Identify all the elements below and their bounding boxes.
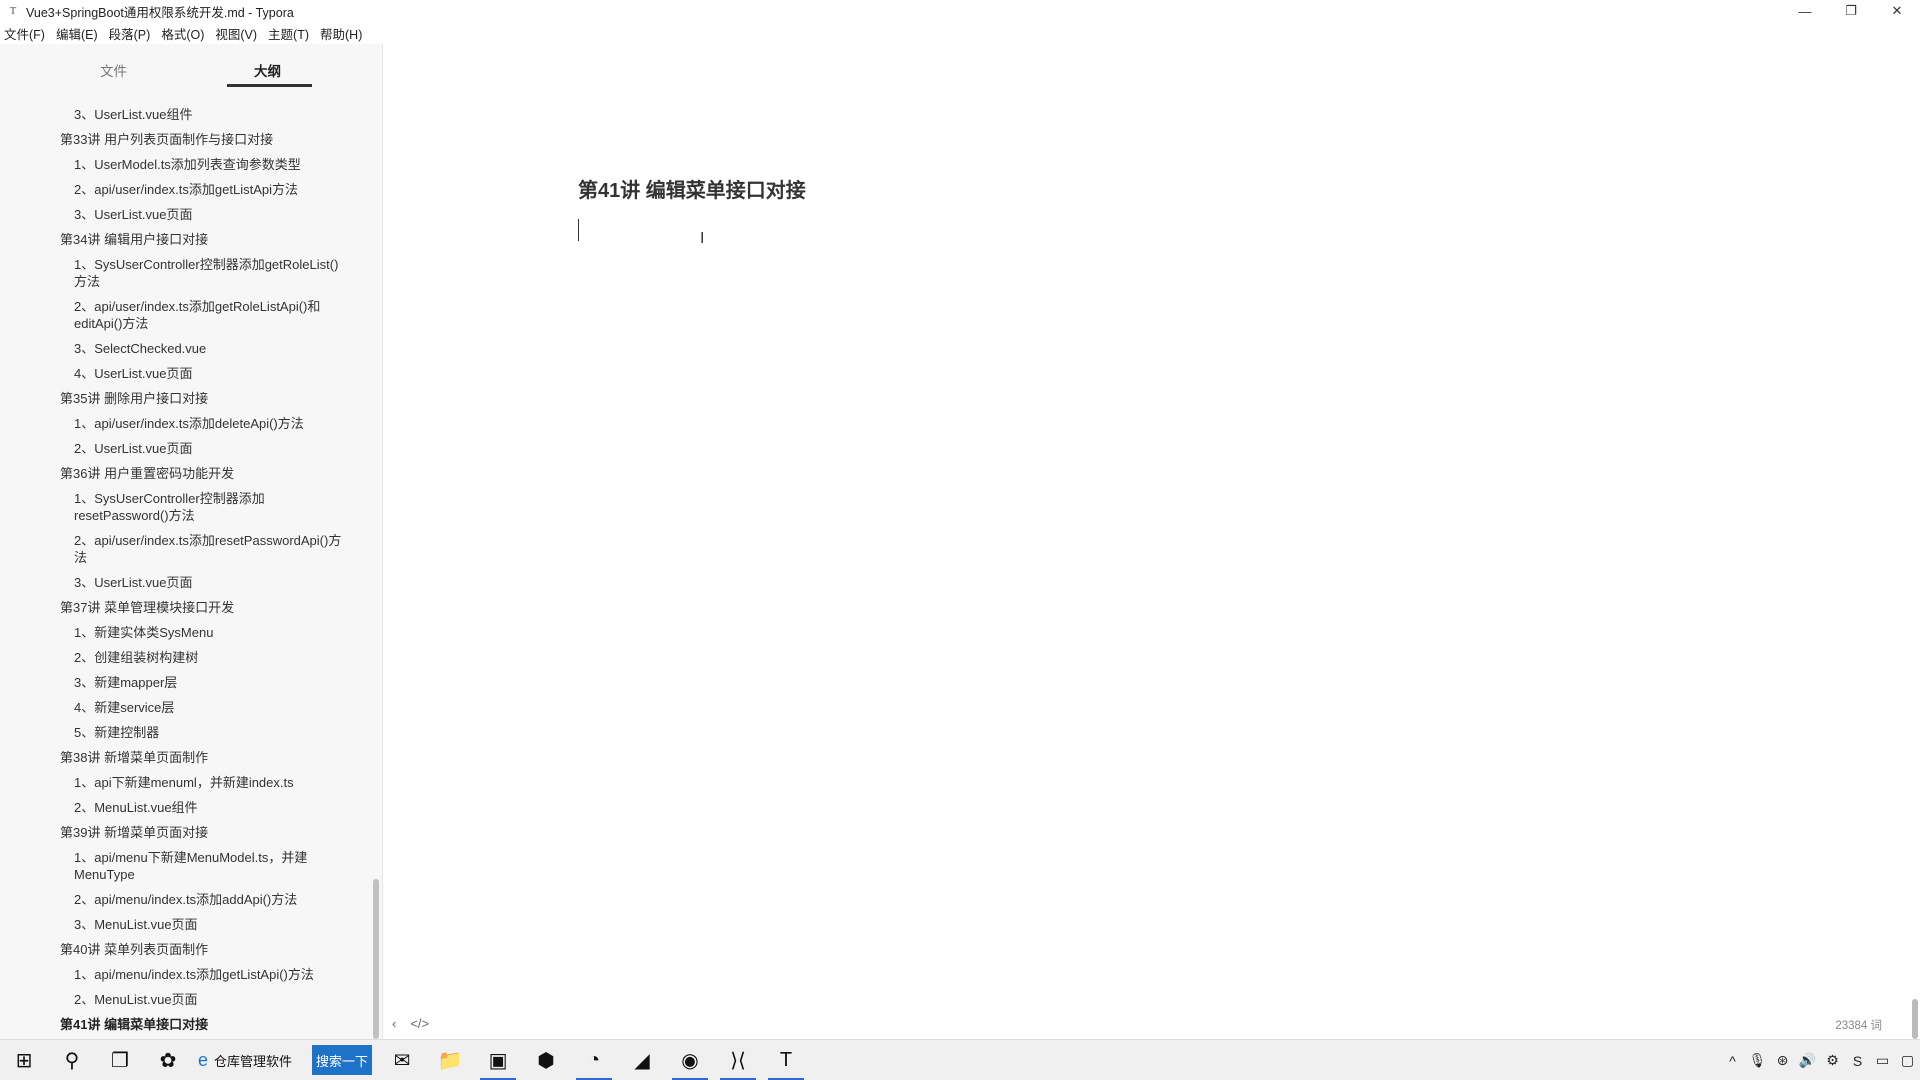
outline-subheading-item[interactable]: 1、新建实体类SysMenu <box>0 620 370 645</box>
outline-subheading-item[interactable]: 4、新建service层 <box>0 695 370 720</box>
outline-heading-item[interactable]: 第34讲 编辑用户接口对接 <box>0 227 370 252</box>
notification-icon[interactable]: ▢ <box>1895 1040 1920 1080</box>
outline-heading-item[interactable]: 第37讲 菜单管理模块接口开发 <box>0 595 370 620</box>
menu-view[interactable]: 视图(V) <box>215 24 257 43</box>
title-bar: T Vue3+SpringBoot通用权限系统开发.md - Typora — … <box>0 0 1920 22</box>
text-caret <box>578 219 579 241</box>
outline-subheading-item[interactable]: 3、UserList.vue页面 <box>0 202 370 227</box>
menu-file[interactable]: 文件(F) <box>4 24 45 43</box>
outline-subheading-item[interactable]: 2、api/user/index.ts添加getListApi方法 <box>0 177 370 202</box>
ie-app-button[interactable]: e 仓库管理软件 <box>192 1040 306 1080</box>
start-icon[interactable]: ⊞ <box>0 1040 48 1080</box>
search-icon[interactable]: ⚲ <box>48 1040 96 1080</box>
outline-subheading-item[interactable]: 1、UserModel.ts添加列表查询参数类型 <box>0 152 370 177</box>
outline-subheading-item[interactable]: 2、api/user/index.ts添加getRoleListApi()和ed… <box>0 294 370 336</box>
tab-outline[interactable]: 大纲 <box>254 60 281 80</box>
source-code-mode-icon[interactable]: </> <box>410 1016 429 1031</box>
outline-subheading-item[interactable]: 1、api/menu/index.ts添加getListApi()方法 <box>0 962 370 987</box>
outline-list: 3、UserList.vue组件 第33讲 用户列表页面制作与接口对接 1、User… <box>0 102 370 1037</box>
editor-footer: ‹ </> <box>392 1016 429 1031</box>
word-count[interactable]: 23384 词 <box>1835 1017 1882 1033</box>
menu-help[interactable]: 帮助(H) <box>320 24 362 43</box>
tray-expand-icon[interactable]: ^ <box>1720 1040 1745 1080</box>
menu-edit[interactable]: 编辑(E) <box>56 24 98 43</box>
outline-subheading-item[interactable]: 2、api/user/index.ts添加resetPasswordApi()方… <box>0 528 370 570</box>
editor-scrollbar[interactable] <box>1912 999 1918 1039</box>
chrome-icon[interactable]: ◉ <box>666 1040 714 1080</box>
window-title: Vue3+SpringBoot通用权限系统开发.md - Typora <box>26 5 294 20</box>
vscode-icon[interactable]: ⟩⟨ <box>714 1040 762 1080</box>
taskbar: ⊞ ⚲ ❐ ✿ e 仓库管理软件 搜索一下 ✉ 📁 ▣ ⬢ ◔ ◢ ◉ ⟩⟨ T… <box>0 1039 1920 1080</box>
outline-subheading-item[interactable]: 1、api/menu下新建MenuModel.ts，并建MenuType <box>0 845 370 887</box>
outline-subheading-item[interactable]: 3、SelectChecked.vue <box>0 336 370 361</box>
intellij-icon[interactable]: ▣ <box>474 1040 522 1080</box>
sidebar-tabs: 文件 大纲 <box>0 44 382 90</box>
browser-icon[interactable]: ◔ <box>570 1040 618 1080</box>
pinned-app-icon[interactable]: ✿ <box>144 1040 192 1080</box>
outline-subheading-item[interactable]: 2、api/menu/index.ts添加addApi()方法 <box>0 887 370 912</box>
outline-heading-item[interactable]: 第38讲 新增菜单页面制作 <box>0 745 370 770</box>
sidebar-scrollbar[interactable] <box>373 879 379 1039</box>
tool-icon[interactable]: ◢ <box>618 1040 666 1080</box>
outline-subheading-item[interactable]: 2、创建组装树构建树 <box>0 645 370 670</box>
outline-heading-item[interactable]: 第40讲 菜单列表页面制作 <box>0 937 370 962</box>
toggle-sidebar-icon[interactable]: ‹ <box>392 1016 396 1031</box>
outline-subheading-item[interactable]: 1、api/user/index.ts添加deleteApi()方法 <box>0 411 370 436</box>
microphone-icon[interactable]: 🎙 <box>1745 1040 1770 1080</box>
ie-app-label: 仓库管理软件 <box>214 1053 293 1069</box>
menu-theme[interactable]: 主题(T) <box>268 24 309 43</box>
task-view-icon[interactable]: ❐ <box>96 1040 144 1080</box>
menu-bar: 文件(F) 编辑(E) 段落(P) 格式(O) 视图(V) 主题(T) 帮助(H… <box>0 22 373 44</box>
folder-icon[interactable]: 📁 <box>426 1040 474 1080</box>
search-button[interactable]: 搜索一下 <box>312 1045 373 1075</box>
tab-files[interactable]: 文件 <box>100 60 127 80</box>
outline-heading-item[interactable]: 第39讲 新增菜单页面对接 <box>0 820 370 845</box>
app-icon[interactable]: ⬢ <box>522 1040 570 1080</box>
typora-app-icon: T <box>9 5 17 17</box>
mail-icon[interactable]: ✉ <box>378 1040 426 1080</box>
outline-subheading-item[interactable]: 2、MenuList.vue页面 <box>0 987 370 1012</box>
close-button[interactable]: ✕ <box>1874 0 1920 22</box>
document-heading[interactable]: 第41讲 编辑菜单接口对接 <box>578 174 806 203</box>
outline-heading-item[interactable]: 第41讲 编辑菜单接口对接 <box>0 1012 370 1037</box>
outline-subheading-item[interactable]: 2、UserList.vue页面 <box>0 436 370 461</box>
ie-icon: e <box>198 1049 209 1070</box>
screen-icon[interactable]: ▭ <box>1870 1040 1895 1080</box>
menu-format[interactable]: 格式(O) <box>161 24 204 43</box>
outline-subheading-item[interactable]: 4、UserList.vue页面 <box>0 361 370 386</box>
outline-subheading-item[interactable]: 1、api下新建menuml，并新建index.ts <box>0 770 370 795</box>
ibeam-cursor-icon: I <box>700 230 705 247</box>
outline-subheading-item[interactable]: 5、新建控制器 <box>0 720 370 745</box>
sidebar: 文件 大纲 3、UserList.vue组件 第33讲 用户列表页面制作与接口对接… <box>0 44 383 1039</box>
window-controls: — ❐ ✕ <box>1782 0 1920 22</box>
volume-icon[interactable]: 🔊 <box>1795 1040 1820 1080</box>
outline-subheading-item[interactable]: 1、SysUserController控制器添加resetPassword()方… <box>0 486 370 528</box>
system-tray: ^ 🎙 ⊛ 🔊 ⚙ S ▭ ▢ <box>1720 1040 1920 1080</box>
outline-subheading-item[interactable]: 3、新建mapper层 <box>0 670 370 695</box>
outline-heading-item[interactable]: 第33讲 用户列表页面制作与接口对接 <box>0 127 370 152</box>
active-tab-indicator <box>227 84 312 87</box>
input-method-icon[interactable]: S <box>1845 1040 1870 1080</box>
outline-subheading-item[interactable]: 3、UserList.vue组件 <box>0 102 370 127</box>
outline-heading-item[interactable]: 第36讲 用户重置密码功能开发 <box>0 461 370 486</box>
outline-subheading-item[interactable]: 1、SysUserController控制器添加getRoleList()方法 <box>0 252 370 294</box>
outline-subheading-item[interactable]: 3、MenuList.vue页面 <box>0 912 370 937</box>
outline-subheading-item[interactable]: 2、MenuList.vue组件 <box>0 795 370 820</box>
menu-paragraph[interactable]: 段落(P) <box>109 24 151 43</box>
maximize-button[interactable]: ❐ <box>1828 0 1874 22</box>
network-icon[interactable]: ⊛ <box>1770 1040 1795 1080</box>
outline-heading-item[interactable]: 第35讲 删除用户接口对接 <box>0 386 370 411</box>
outline-subheading-item[interactable]: 3、UserList.vue页面 <box>0 570 370 595</box>
minimize-button[interactable]: — <box>1782 0 1828 22</box>
editor-pane[interactable]: 第41讲 编辑菜单接口对接 I ‹ </> 23384 词 <box>384 44 1920 1039</box>
typora-icon[interactable]: T <box>762 1040 810 1080</box>
settings-icon[interactable]: ⚙ <box>1820 1040 1845 1080</box>
